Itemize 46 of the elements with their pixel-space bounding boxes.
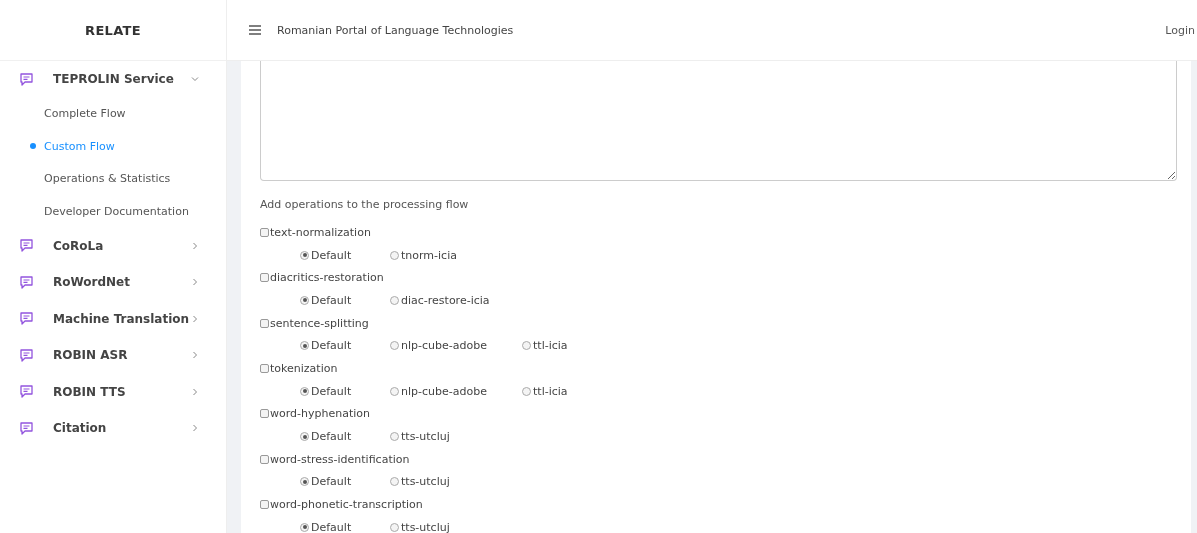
app-title: RELATE <box>85 22 141 38</box>
chat-icon <box>20 275 33 289</box>
radio-option[interactable]: Default <box>300 520 352 533</box>
submenu-item[interactable]: Operations & Statistics <box>0 162 226 195</box>
chat-icon <box>20 421 33 435</box>
radio-option[interactable]: ttl-icia <box>522 384 568 398</box>
menu-icon[interactable] <box>249 25 261 35</box>
radio-option[interactable]: Default <box>300 339 352 353</box>
operation-checkbox[interactable]: diacritics-restoration <box>260 266 1177 290</box>
login-link[interactable]: Login <box>1165 23 1195 37</box>
chat-icon <box>20 312 33 326</box>
text-input[interactable] <box>260 61 1177 181</box>
operation-checkbox[interactable]: sentence-splitting <box>260 311 1177 335</box>
operation-checkbox[interactable]: word-phonetic-transcription <box>260 493 1177 516</box>
submenu-item[interactable]: Complete Flow <box>0 97 226 130</box>
radio-option[interactable]: ttl-icia <box>522 339 568 353</box>
submenu-item[interactable]: Developer Documentation <box>0 195 226 228</box>
menu-item[interactable]: Citation <box>0 410 226 447</box>
menu-item[interactable]: ROBIN TTS <box>0 373 226 410</box>
menu-item[interactable]: ROBIN ASR <box>0 337 226 374</box>
radio-option[interactable]: tts-utcluj <box>390 430 450 444</box>
menu-item[interactable]: CoRoLa <box>0 227 226 264</box>
menu-item[interactable]: RoWordNet <box>0 264 226 301</box>
radio-option[interactable]: tnorm-icia <box>390 248 457 262</box>
radio-option[interactable]: nlp-cube-adobe <box>390 384 487 398</box>
chat-icon <box>20 385 33 399</box>
menu-item[interactable]: Machine Translation <box>0 300 226 337</box>
radio-option[interactable]: nlp-cube-adobe <box>390 339 487 353</box>
operation-checkbox[interactable]: word-stress-identification <box>260 447 1177 471</box>
operation-checkbox[interactable]: text-normalization <box>260 221 1177 244</box>
radio-option[interactable]: Default <box>300 293 352 307</box>
radio-option[interactable]: Default <box>300 475 352 489</box>
radio-option[interactable]: diac-restore-icia <box>390 293 490 307</box>
radio-option[interactable]: tts-utcluj <box>390 520 450 533</box>
operation-checkbox[interactable]: word-hyphenation <box>260 402 1177 426</box>
radio-option[interactable]: Default <box>300 384 352 398</box>
chat-icon <box>20 348 33 362</box>
radio-option[interactable]: Default <box>300 430 352 444</box>
radio-option[interactable]: Default <box>300 248 352 262</box>
page-title: Romanian Portal of Language Technologies <box>277 23 515 37</box>
radio-option[interactable]: tts-utcluj <box>390 475 450 489</box>
chat-icon <box>20 239 33 253</box>
menu-item[interactable]: TEPROLIN Service <box>0 61 226 98</box>
operation-checkbox[interactable]: tokenization <box>260 357 1177 380</box>
chat-icon <box>20 72 33 86</box>
instruction-text: Add operations to the processing flow <box>260 198 470 211</box>
